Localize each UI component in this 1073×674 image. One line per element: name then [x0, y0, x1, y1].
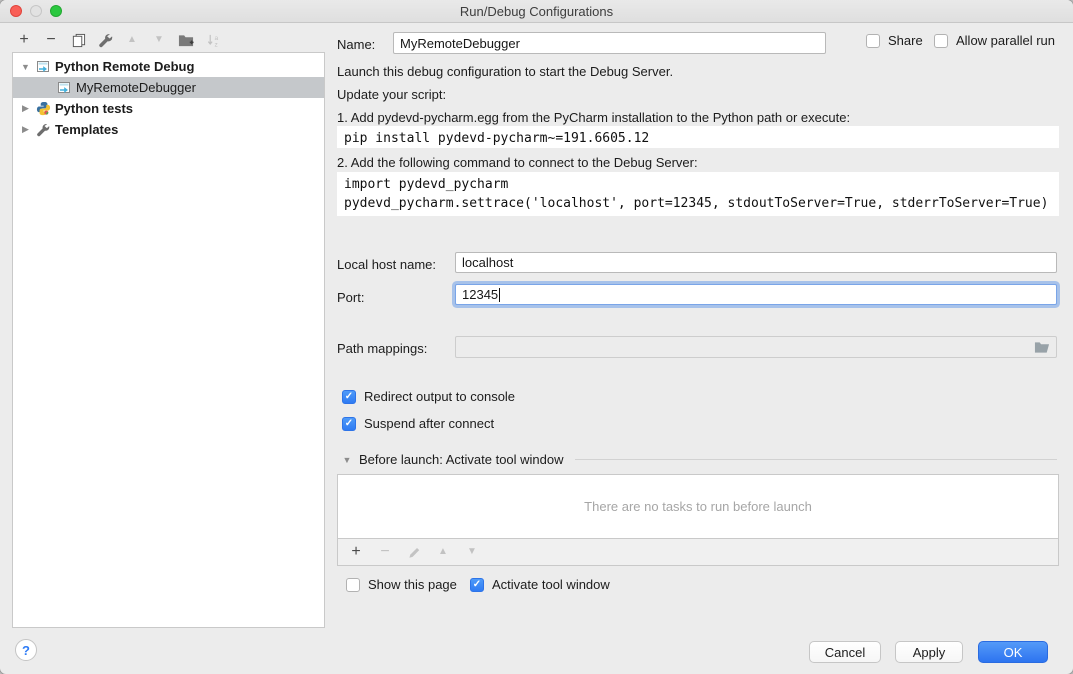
- before-launch-title: Before launch: Activate tool window: [359, 452, 564, 467]
- svg-text:z: z: [214, 41, 217, 47]
- remote-debug-config-icon: [56, 80, 72, 96]
- templates-wrench-icon: [35, 122, 51, 138]
- chevron-expanded-icon[interactable]: ▼: [342, 455, 352, 465]
- intro-line-1: Launch this debug configuration to start…: [337, 64, 673, 79]
- add-task-icon[interactable]: +: [348, 543, 364, 561]
- edit-templates-wrench-icon[interactable]: [97, 31, 113, 49]
- move-down-icon: ▼: [151, 31, 167, 49]
- tree-item-myremotedebugger[interactable]: MyRemoteDebugger: [13, 77, 324, 98]
- apply-button[interactable]: Apply: [895, 641, 963, 663]
- redirect-output-row: ✓ Redirect output to console: [342, 389, 515, 404]
- activate-tool-window-checkbox[interactable]: ✓: [470, 578, 484, 592]
- pip-install-code: pip install pydevd-pycharm~=191.6605.12: [337, 126, 1059, 148]
- redirect-output-checkbox[interactable]: ✓: [342, 390, 356, 404]
- step-2-text: 2. Add the following command to connect …: [337, 155, 698, 170]
- title-bar: Run/Debug Configurations: [0, 0, 1073, 23]
- name-label: Name:: [337, 37, 375, 52]
- remote-debug-config-icon: [35, 59, 51, 75]
- show-this-page-label: Show this page: [368, 577, 457, 592]
- sort-alphabetically-icon: az: [205, 31, 221, 49]
- local-host-name-input[interactable]: localhost: [455, 252, 1057, 273]
- zoom-window-button[interactable]: [50, 5, 62, 17]
- local-host-name-value: localhost: [462, 255, 513, 270]
- share-checkbox-row: Share: [866, 33, 923, 48]
- settrace-code-line-2: pydevd_pycharm.settrace('localhost', por…: [344, 196, 1048, 211]
- suspend-after-connect-row: ✓ Suspend after connect: [342, 416, 494, 431]
- port-input[interactable]: 12345: [455, 284, 1057, 305]
- separator-line: [575, 459, 1057, 460]
- share-label: Share: [888, 33, 923, 48]
- path-mappings-input[interactable]: [455, 336, 1057, 358]
- help-question-icon: ?: [22, 643, 30, 658]
- name-input-value: MyRemoteDebugger: [400, 36, 520, 51]
- activate-tool-window-row: ✓ Activate tool window: [470, 577, 610, 592]
- close-window-button[interactable]: [10, 5, 22, 17]
- cancel-button[interactable]: Cancel: [809, 641, 881, 663]
- text-cursor: [499, 288, 500, 302]
- create-folder-icon[interactable]: [178, 31, 194, 49]
- allow-parallel-run-checkbox-row: Allow parallel run: [934, 33, 1055, 48]
- run-debug-configurations-dialog: Run/Debug Configurations + − ▲ ▼ az ▼ Py…: [0, 0, 1073, 674]
- window-title: Run/Debug Configurations: [460, 4, 613, 19]
- move-up-icon: ▲: [124, 31, 140, 49]
- chevron-collapsed-icon[interactable]: ▶: [20, 103, 31, 114]
- configurations-toolbar: + − ▲ ▼ az: [16, 30, 221, 50]
- before-launch-header: ▼ Before launch: Activate tool window: [342, 452, 1057, 467]
- allow-parallel-run-label: Allow parallel run: [956, 33, 1055, 48]
- window-controls: [10, 5, 62, 17]
- help-button[interactable]: ?: [15, 639, 37, 661]
- local-host-name-label: Local host name:: [337, 257, 436, 272]
- settrace-code: import pydevd_pycharm pydevd_pycharm.set…: [337, 172, 1059, 216]
- port-label: Port:: [337, 290, 364, 305]
- minimize-window-button: [30, 5, 42, 17]
- copy-configuration-icon[interactable]: [70, 31, 86, 49]
- activate-tool-window-label: Activate tool window: [492, 577, 610, 592]
- redirect-output-label: Redirect output to console: [364, 389, 515, 404]
- tree-item-python-remote-debug[interactable]: ▼ Python Remote Debug: [13, 56, 324, 77]
- remove-configuration-icon[interactable]: −: [43, 31, 59, 49]
- settrace-code-line-1: import pydevd_pycharm: [344, 177, 508, 192]
- show-this-page-checkbox[interactable]: [346, 578, 360, 592]
- intro-line-2: Update your script:: [337, 87, 446, 102]
- suspend-after-connect-label: Suspend after connect: [364, 416, 494, 431]
- tree-item-python-tests[interactable]: ▶ Python tests: [13, 98, 324, 119]
- before-launch-tasks-panel: There are no tasks to run before launch …: [337, 474, 1059, 566]
- tasks-empty-message: There are no tasks to run before launch: [338, 475, 1058, 538]
- name-input[interactable]: MyRemoteDebugger: [393, 32, 826, 54]
- share-checkbox[interactable]: [866, 34, 880, 48]
- python-tests-icon: [35, 101, 51, 117]
- allow-parallel-run-checkbox[interactable]: [934, 34, 948, 48]
- tree-item-label: MyRemoteDebugger: [76, 80, 196, 95]
- chevron-collapsed-icon[interactable]: ▶: [20, 124, 31, 135]
- tree-item-label: Python Remote Debug: [55, 59, 194, 74]
- move-task-up-icon: ▲: [435, 543, 451, 561]
- port-value: 12345: [462, 287, 498, 302]
- path-mappings-label: Path mappings:: [337, 341, 427, 356]
- add-configuration-icon[interactable]: +: [16, 31, 32, 49]
- tree-item-templates[interactable]: ▶ Templates: [13, 119, 324, 140]
- remove-task-icon: −: [377, 543, 393, 561]
- show-this-page-row: Show this page: [346, 577, 457, 592]
- configurations-tree: ▼ Python Remote Debug MyRemoteDebugger ▶…: [12, 52, 325, 628]
- edit-task-pencil-icon: [406, 543, 422, 561]
- suspend-after-connect-checkbox[interactable]: ✓: [342, 417, 356, 431]
- tree-item-label: Python tests: [55, 101, 133, 116]
- tree-item-label: Templates: [55, 122, 118, 137]
- ok-button[interactable]: OK: [978, 641, 1048, 663]
- browse-folder-icon[interactable]: [1034, 341, 1050, 354]
- tasks-toolbar: + − ▲ ▼: [338, 538, 1058, 565]
- step-1-text: 1. Add pydevd-pycharm.egg from the PyCha…: [337, 110, 850, 125]
- move-task-down-icon: ▼: [464, 543, 480, 561]
- chevron-expanded-icon[interactable]: ▼: [20, 62, 31, 72]
- svg-text:a: a: [214, 34, 218, 41]
